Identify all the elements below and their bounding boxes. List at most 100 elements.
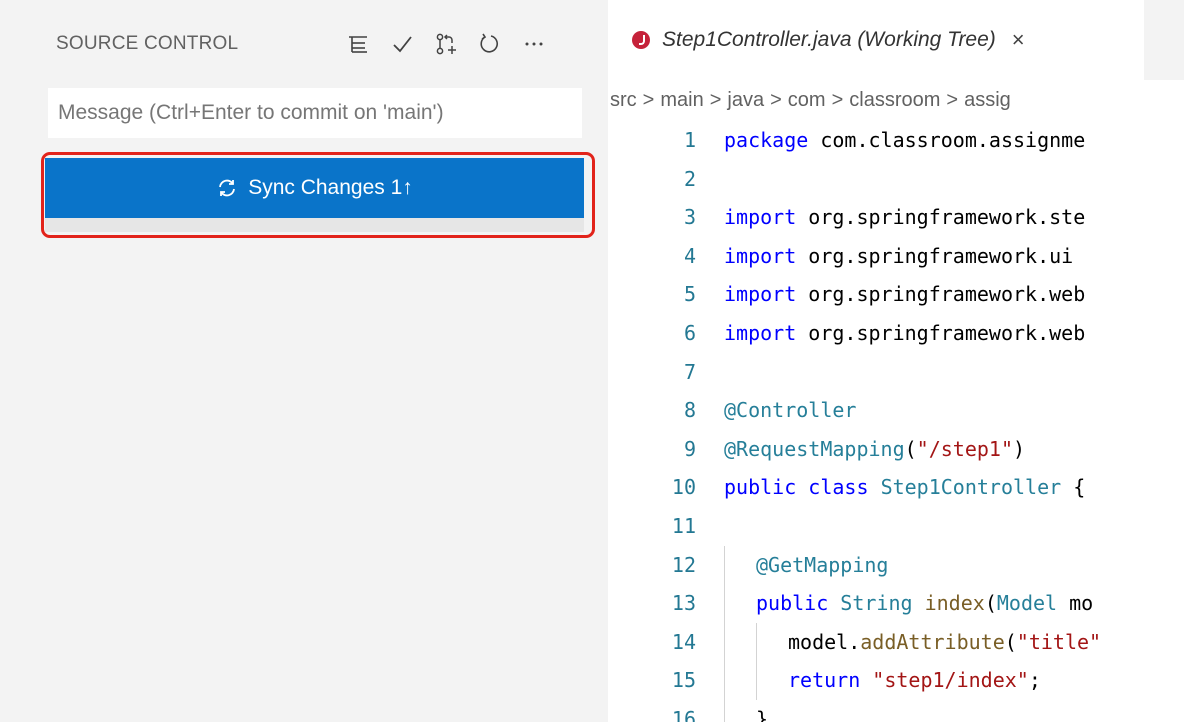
code-token: @Controller xyxy=(724,398,857,423)
close-icon[interactable]: × xyxy=(1012,29,1025,51)
indent-guide xyxy=(724,699,725,722)
code-token: ; xyxy=(1028,668,1041,693)
line-text: @RequestMapping("/step1") xyxy=(724,430,1025,469)
more-actions-icon[interactable] xyxy=(512,26,556,62)
code-line: 5 import org.springframework.web xyxy=(608,275,1184,314)
line-text: return "step1/index"; xyxy=(788,661,1041,700)
line-number: 10 xyxy=(671,475,696,500)
create-pull-request-icon[interactable] xyxy=(424,26,468,62)
line-text: import org.springframework.web xyxy=(724,314,1085,353)
code-line: 2 xyxy=(608,160,1184,199)
panel-title: SOURCE CONTROL xyxy=(56,33,239,54)
commit-check-icon[interactable] xyxy=(380,26,424,62)
code-token: org.springframework.ste xyxy=(796,205,1086,230)
line-number: 16 xyxy=(671,706,696,722)
code-token: model. xyxy=(788,629,861,654)
code-token: import xyxy=(724,320,797,345)
code-token: org.springframework.web xyxy=(796,320,1086,345)
indent-guide xyxy=(724,545,725,585)
code-token: com.classroom.assignme xyxy=(808,128,1086,152)
breadcrumb-separator: > xyxy=(831,88,844,111)
line-number: 6 xyxy=(683,320,696,345)
code-token: Model xyxy=(996,591,1058,616)
tab-strip: Step1Controller.java (Working Tree) × xyxy=(608,0,1184,80)
line-number: 12 xyxy=(671,552,696,577)
commit-message-input[interactable] xyxy=(48,88,582,138)
code-line: 11 xyxy=(608,507,1184,546)
line-number: 4 xyxy=(683,243,696,268)
breadcrumb-item[interactable]: java xyxy=(727,89,764,112)
code-token: class xyxy=(808,475,869,500)
code-token: ( xyxy=(904,436,917,461)
line-number: 8 xyxy=(683,398,696,423)
code-token: addAttribute xyxy=(860,629,1005,654)
code-token: return xyxy=(788,668,861,693)
line-number: 9 xyxy=(683,436,696,461)
code-line: 6 import org.springframework.web xyxy=(608,314,1184,353)
sync-changes-button[interactable]: Sync Changes 1↑ xyxy=(45,158,584,218)
code-editor[interactable]: 1 package com.classroom.assignme 2 3 import … xyxy=(608,121,1184,722)
code-line: 12 @GetMapping xyxy=(608,545,1184,585)
line-text: import org.springframework.ste xyxy=(724,198,1085,237)
line-number: 15 xyxy=(671,668,696,693)
breadcrumb-item[interactable]: assig xyxy=(964,89,1011,112)
source-control-panel: SOURCE CONTROL Message (Ctrl+Enter to co… xyxy=(0,0,608,722)
tab-step1controller[interactable]: Step1Controller.java (Working Tree) × xyxy=(608,0,1144,80)
code-line: 15 return "step1/index"; xyxy=(608,661,1184,700)
view-as-tree-icon[interactable] xyxy=(336,26,380,62)
code-token: org.springframework.ui xyxy=(796,243,1086,268)
code-token: Step1Controller xyxy=(880,475,1062,500)
line-text: import org.springframework.ui xyxy=(724,237,1085,276)
code-token: ( xyxy=(1004,629,1017,654)
code-token: @RequestMapping xyxy=(724,436,905,461)
code-line: 16} xyxy=(608,699,1184,722)
code-token: } xyxy=(756,706,769,722)
scm-toolbar xyxy=(336,26,556,62)
breadcrumb-item[interactable]: com xyxy=(788,89,826,112)
code-line: 3 import org.springframework.ste xyxy=(608,198,1184,237)
line-text: public class Step1Controller { xyxy=(724,468,1085,507)
code-token: ( xyxy=(984,591,997,616)
code-token: "title" xyxy=(1016,629,1102,654)
breadcrumb-item[interactable]: main xyxy=(660,89,703,112)
breadcrumb: src > main > java > com > classroom > assig xyxy=(610,86,1011,114)
code-token: { xyxy=(1061,475,1086,500)
code-line: 1 package com.classroom.assignme xyxy=(608,121,1184,160)
indent-guide xyxy=(724,661,725,700)
code-token: import xyxy=(724,282,797,307)
code-line: 13 public String index(Model mo xyxy=(608,584,1184,623)
breadcrumb-item[interactable]: classroom xyxy=(849,89,940,112)
code-token: ) xyxy=(1013,436,1026,461)
breadcrumb-item[interactable]: src xyxy=(610,89,637,112)
sync-button-label: Sync Changes 1↑ xyxy=(248,176,413,199)
breadcrumb-separator: > xyxy=(642,88,655,111)
refresh-icon[interactable] xyxy=(468,26,512,62)
code-line: 14 model.addAttribute("title" xyxy=(608,622,1184,662)
code-token: index xyxy=(924,591,985,616)
line-number: 1 xyxy=(683,128,696,152)
line-number: 5 xyxy=(683,282,696,307)
line-number: 3 xyxy=(683,205,696,230)
line-text: } xyxy=(756,700,768,722)
code-token: public xyxy=(724,475,797,500)
line-number: 14 xyxy=(671,629,696,654)
indent-guide xyxy=(724,584,725,623)
code-token: import xyxy=(724,205,797,230)
code-token: mo xyxy=(1057,591,1094,616)
indent-guide xyxy=(756,622,757,662)
code-line: 7 xyxy=(608,353,1184,392)
breadcrumb-separator: > xyxy=(770,88,782,111)
line-text: @GetMapping xyxy=(756,546,888,585)
code-token: "step1/index" xyxy=(872,668,1029,693)
code-token: import xyxy=(724,243,797,268)
line-text: public String index(Model mo xyxy=(756,584,1093,623)
line-number: 11 xyxy=(671,513,696,538)
sync-icon xyxy=(216,177,238,199)
code-token: package xyxy=(724,128,809,152)
code-line: 8 @Controller xyxy=(608,391,1184,430)
